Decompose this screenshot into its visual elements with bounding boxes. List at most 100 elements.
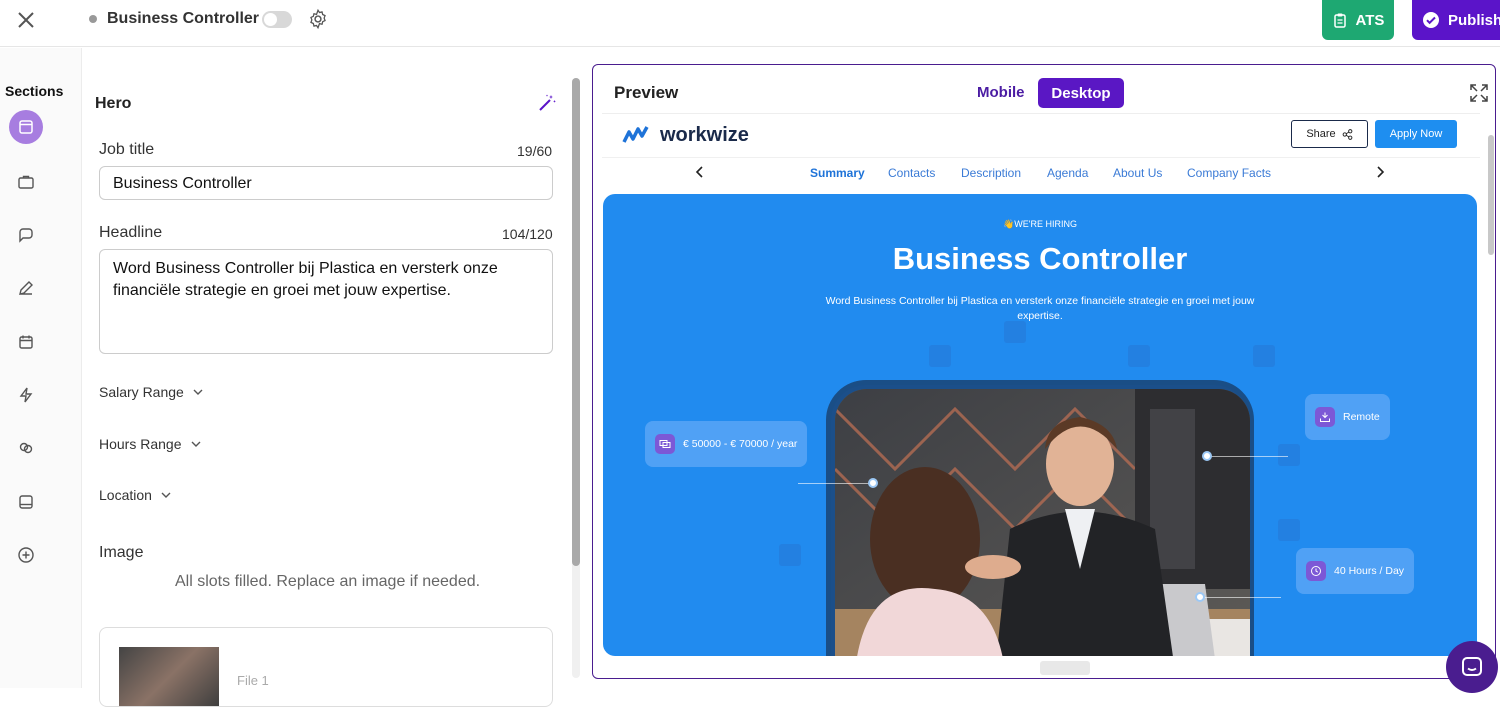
- image-thumbnail[interactable]: [119, 647, 219, 706]
- salary-chip: € 50000 - € 70000 / year: [645, 421, 808, 467]
- workwize-logo[interactable]: workwize: [622, 124, 749, 147]
- money-icon: [655, 434, 675, 454]
- image-slot-card[interactable]: File 1: [99, 627, 553, 707]
- remote-chip-label: Remote: [1343, 411, 1380, 423]
- headline-label: Headline: [99, 224, 163, 241]
- hours-chip-label: 40 Hours / Day: [1334, 565, 1405, 577]
- image-hint: All slots filled. Replace an image if ne…: [175, 573, 481, 590]
- chat-launcher-button[interactable]: [1446, 641, 1498, 693]
- clock-icon: [1306, 561, 1326, 581]
- status-dot: [89, 15, 97, 23]
- close-icon[interactable]: [14, 8, 38, 32]
- decor-square: [929, 345, 951, 367]
- decor-square: [1278, 519, 1300, 541]
- tab-desktop[interactable]: Desktop: [1038, 78, 1124, 108]
- publish-button[interactable]: Publish: [1412, 0, 1500, 40]
- hero-subtitle: Word Business Controller bij Plastica en…: [825, 295, 1255, 322]
- chevron-right-icon[interactable]: [1373, 165, 1387, 179]
- remote-icon: [1315, 407, 1335, 427]
- nav-summary[interactable]: Summary: [810, 166, 865, 180]
- decor-square: [1278, 444, 1300, 466]
- clipboard-icon: [1333, 13, 1346, 28]
- publish-toggle[interactable]: [262, 11, 292, 28]
- connector-dot: [1195, 592, 1205, 602]
- headline-textarea[interactable]: Word Business Controller bij Plastica en…: [99, 249, 553, 354]
- site-nav: Summary Contacts Description Agenda Abou…: [602, 157, 1480, 187]
- publish-label: Publish: [1448, 11, 1500, 29]
- add-icon[interactable]: [16, 545, 36, 565]
- connector-dot: [868, 478, 878, 488]
- hero-banner: 👋WE'RE HIRING Business Controller Word B…: [603, 194, 1477, 656]
- calendar-icon[interactable]: [16, 332, 36, 352]
- nav-about-us[interactable]: About Us: [1113, 166, 1162, 180]
- location-accordion[interactable]: Location: [99, 487, 172, 503]
- decor-square: [779, 544, 801, 566]
- link-icon[interactable]: [16, 438, 36, 458]
- photo-frame: [826, 380, 1254, 656]
- pencil-icon[interactable]: [16, 278, 36, 298]
- location-label: Location: [99, 487, 152, 503]
- chevron-down-icon: [161, 492, 171, 498]
- preview-panel: Preview Mobile Desktop workwize Share Ap…: [592, 64, 1496, 679]
- scrollbar-thumb[interactable]: [572, 78, 580, 566]
- handshake-photo: [835, 389, 1250, 656]
- connector-dot: [1202, 451, 1212, 461]
- chat-bubble-icon: [1462, 657, 1482, 676]
- site-header: workwize Share Apply Now: [602, 113, 1480, 155]
- panel-icon[interactable]: [16, 492, 36, 512]
- logo-icon: [622, 125, 649, 143]
- connector-line: [1201, 597, 1281, 598]
- headline-counter: 104/120: [502, 226, 553, 242]
- remote-chip: Remote: [1305, 394, 1390, 440]
- nav-contacts[interactable]: Contacts: [888, 166, 935, 180]
- ats-button[interactable]: ATS: [1322, 0, 1394, 40]
- chevron-down-icon: [193, 389, 203, 395]
- hours-range-label: Hours Range: [99, 436, 182, 452]
- nav-company-facts[interactable]: Company Facts: [1187, 166, 1271, 180]
- share-button[interactable]: Share: [1291, 120, 1368, 148]
- hours-chip: 40 Hours / Day: [1296, 548, 1415, 594]
- decor-square: [1128, 345, 1150, 367]
- preview-scrollbar[interactable]: [1488, 135, 1494, 255]
- bolt-icon[interactable]: [16, 385, 36, 405]
- chevron-left-icon[interactable]: [693, 165, 707, 179]
- hero-title: Business Controller: [892, 241, 1188, 276]
- job-title-counter: 19/60: [517, 143, 553, 159]
- check-circle-icon: [1423, 12, 1439, 28]
- hero-icon[interactable]: [9, 110, 43, 144]
- chevron-down-icon: [191, 441, 200, 447]
- drag-handle[interactable]: [1040, 661, 1090, 675]
- briefcase-icon[interactable]: [16, 172, 36, 192]
- image-label: Image: [99, 544, 144, 561]
- share-icon: [1342, 128, 1353, 140]
- job-name: Business Controller: [107, 10, 260, 27]
- salary-range-accordion[interactable]: Salary Range: [99, 384, 204, 400]
- job-title-input[interactable]: Business Controller: [99, 166, 553, 200]
- share-label: Share: [1306, 128, 1336, 140]
- expand-icon[interactable]: [1468, 82, 1490, 104]
- editor-scrollbar[interactable]: [572, 78, 580, 678]
- chat-icon[interactable]: [16, 225, 36, 245]
- logo-text: workwize: [660, 124, 749, 146]
- gear-icon[interactable]: [307, 8, 329, 30]
- decor-square: [1004, 321, 1026, 343]
- magic-wand-icon[interactable]: [536, 92, 558, 114]
- connector-line: [798, 483, 874, 484]
- salary-range-label: Salary Range: [99, 384, 184, 400]
- hours-range-accordion[interactable]: Hours Range: [99, 436, 202, 452]
- apply-now-button[interactable]: Apply Now: [1375, 120, 1457, 148]
- hiring-badge: 👋WE'RE HIRING: [1003, 219, 1077, 229]
- hero-editor: Hero Job title 19/60 Business Controller…: [83, 48, 570, 707]
- connector-line: [1208, 456, 1288, 457]
- tab-mobile[interactable]: Mobile: [977, 84, 1025, 101]
- top-bar: Business Controller ATS Publish: [0, 0, 1500, 47]
- nav-agenda[interactable]: Agenda: [1047, 166, 1088, 180]
- job-title-label: Job title: [99, 141, 155, 158]
- sections-rail: Sections: [0, 48, 82, 688]
- hero-photo: [835, 389, 1250, 656]
- ats-label: ATS: [1355, 11, 1385, 29]
- section-title: Hero: [95, 95, 132, 112]
- sections-title: Sections: [5, 83, 64, 99]
- decor-square: [1253, 345, 1275, 367]
- nav-description[interactable]: Description: [961, 166, 1021, 180]
